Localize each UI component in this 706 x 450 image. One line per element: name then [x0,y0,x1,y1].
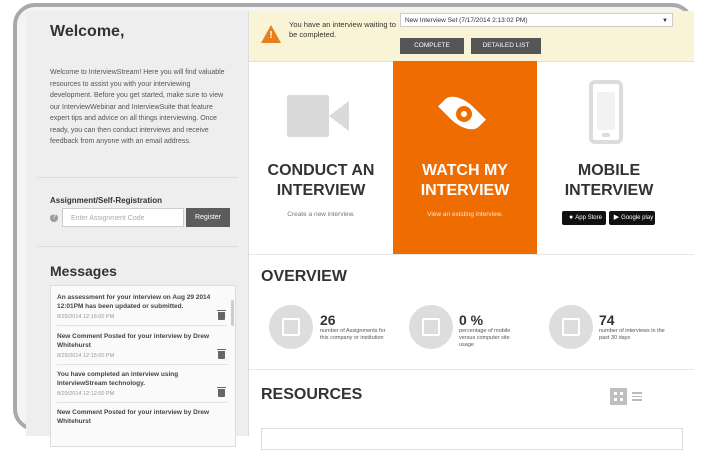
message-item[interactable]: An assessment for your interview on Aug … [57,293,227,326]
apple-icon: ● [569,214,574,221]
message-date: 8/29/2014 12:15:00 PM [57,353,115,359]
message-date: 8/29/2014 12:12:00 PM [57,391,115,397]
play-icon: ▶ [613,214,620,221]
app-store-badge[interactable]: ● App Store [562,211,606,225]
conduct-interview-card[interactable]: CONDUCT AN INTERVIEW Create a new interv… [249,61,393,254]
message-date: 8/29/2014 12:16:00 PM [57,314,115,320]
main-content: ! You have an interview waiting to be co… [249,11,694,450]
trash-icon[interactable] [217,349,226,359]
chevron-down-icon: ▼ [662,18,668,24]
stat-label: percentage of mobile versus computer sit… [459,328,511,348]
interview-select[interactable]: New Interview Set (7/17/2014 2:13:02 PM)… [400,13,673,27]
laptop-icon [409,305,453,349]
watch-interview-card[interactable]: WATCH MY INTERVIEW View an existing inte… [393,61,537,254]
notification-text: You have an interview waiting to be comp… [289,20,396,39]
messages-title: Messages [50,263,117,279]
card-title: WATCH MY INTERVIEW [420,162,510,199]
stat-label: number of interviews in the past 30 days [599,328,665,341]
welcome-text: Welcome to InterviewStream! Here you wil… [50,69,225,145]
video-camera-icon [549,305,593,349]
message-text: You have completed an interview using In… [57,371,179,387]
assignment-title: Assignment/Self-Registration [50,196,163,205]
video-camera-icon [287,95,349,137]
card-subtitle: View an existing interview. [427,211,503,218]
badge-label: Google play [621,215,654,221]
edit-icon [269,305,313,349]
grid-square [620,398,623,401]
mobile-interview-card[interactable]: MOBILE INTERVIEW ● App Store ▶ Google play [537,61,681,254]
camera-glyph [562,318,580,336]
edit-glyph [282,318,300,336]
badge-label: App Store [575,215,602,221]
sidebar: Welcome, Welcome to InterviewStream! Her… [26,11,249,447]
card-title: MOBILE INTERVIEW [564,162,654,199]
resources-panel [261,428,683,450]
grid-square [614,392,617,395]
grid-square [614,398,617,401]
messages-scrollbar[interactable] [231,300,234,326]
interview-notification: ! You have an interview waiting to be co… [249,11,694,62]
resources-title: RESOURCES [261,386,363,403]
welcome-title: Welcome, [50,23,125,40]
interview-select-value: New Interview Set (7/17/2014 2:13:02 PM) [405,17,528,24]
trash-icon[interactable] [217,387,226,397]
stat-value: 74 [599,312,615,328]
stat-value: 26 [320,312,336,328]
grid-square [620,392,623,395]
eye-highlight [461,111,467,117]
card-subtitle: Create a new interview. [287,211,355,218]
register-button[interactable]: Register [186,208,230,227]
warning-mark: ! [269,30,273,41]
section-divider [249,369,694,370]
grid-view-icon[interactable] [610,388,627,405]
message-item[interactable]: You have completed an interview using In… [57,370,227,403]
messages-list: An assessment for your interview on Aug … [50,285,236,447]
trash-icon[interactable] [217,310,226,320]
overview-title: OVERVIEW [261,268,347,285]
message-item[interactable]: New Comment Posted for your interview by… [57,332,227,365]
complete-button[interactable]: COMPLETE [400,38,464,54]
list-view-icon[interactable] [632,392,642,401]
google-play-badge[interactable]: ▶ Google play [609,211,655,225]
sidebar-divider [38,177,238,178]
sidebar-divider [38,246,238,247]
phone-screen [597,92,615,130]
section-divider [249,254,694,255]
phone-button [602,133,610,137]
stat-label: number of Assignments for this company o… [320,328,386,341]
message-text: New Comment Posted for your interview by… [57,333,210,349]
card-title: CONDUCT AN INTERVIEW [267,162,375,199]
help-icon[interactable]: ? [50,214,58,222]
message-item[interactable]: New Comment Posted for your interview by… [57,408,227,440]
stat-value: 0 % [459,312,484,328]
laptop-glyph [422,318,440,336]
message-text: New Comment Posted for your interview by… [57,409,210,425]
assignment-code-input[interactable]: Enter Assignment Code [62,208,184,227]
mobile-phone-icon [589,80,623,144]
detailed-list-button[interactable]: DETAILED LIST [471,38,541,54]
message-text: An assessment for your interview on Aug … [57,294,211,310]
